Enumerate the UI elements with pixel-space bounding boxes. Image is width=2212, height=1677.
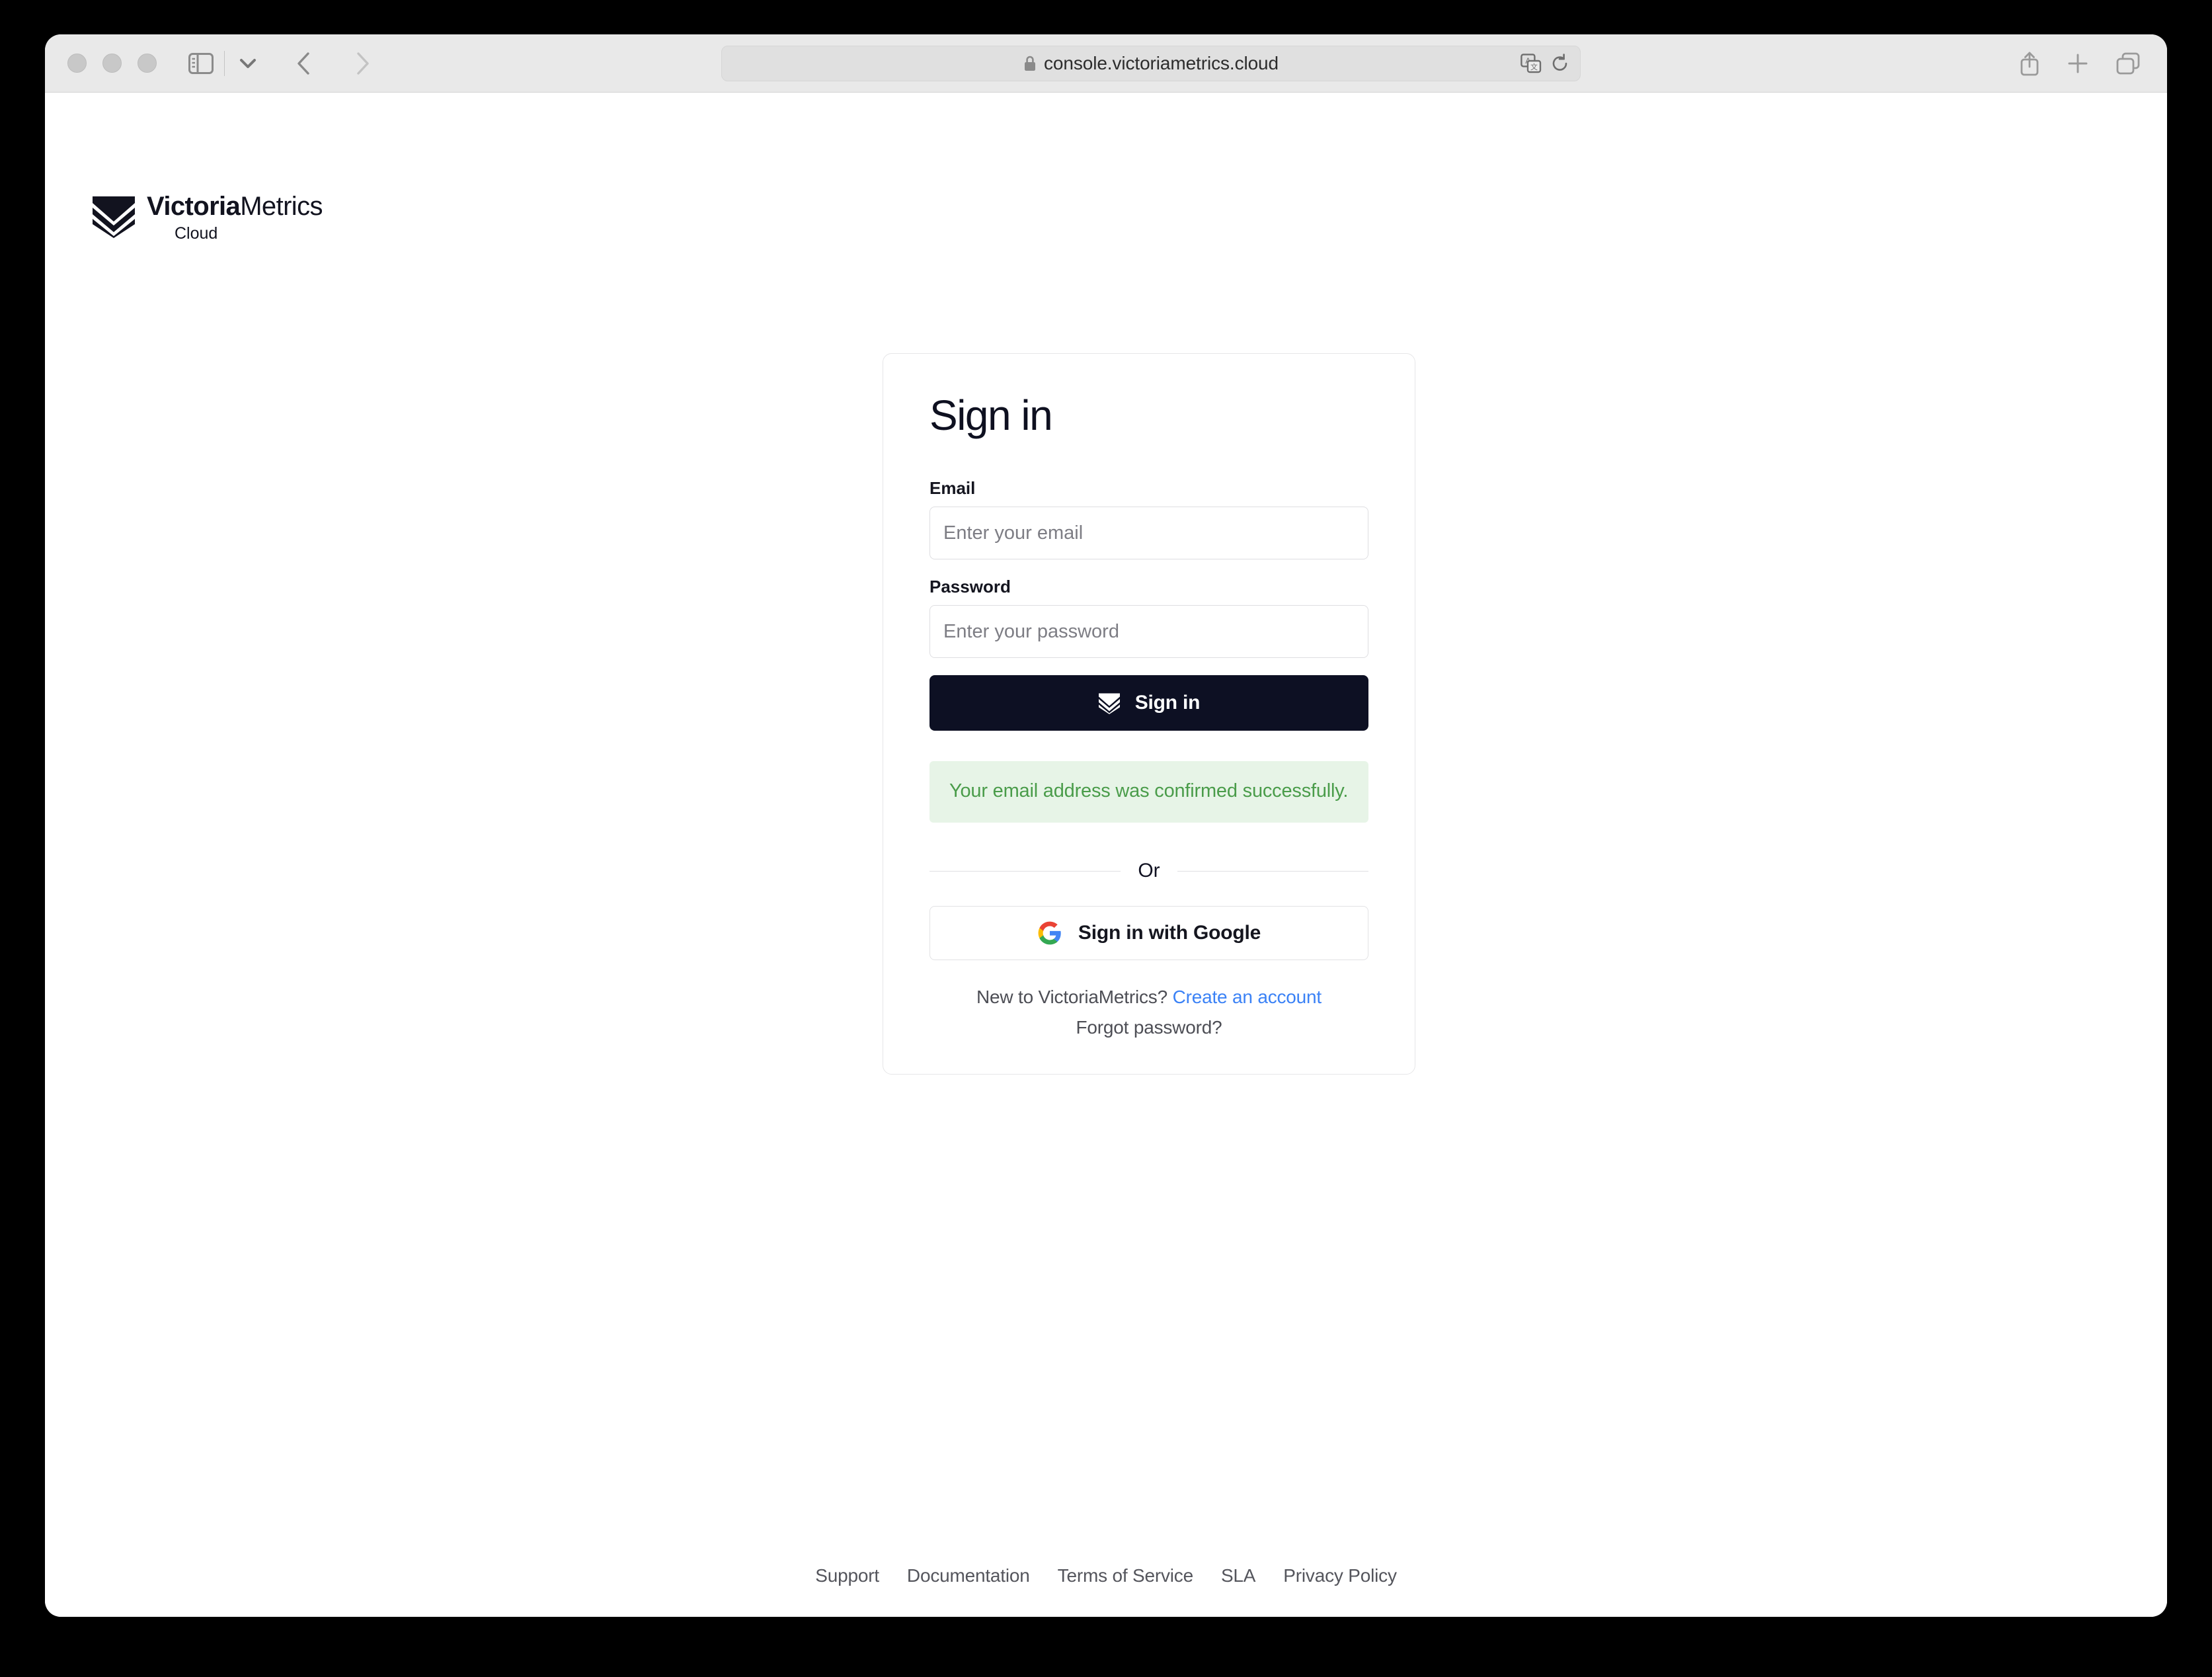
tab-group-dropdown-button[interactable] bbox=[229, 44, 267, 83]
lock-icon bbox=[1024, 56, 1035, 71]
back-arrow-icon bbox=[297, 52, 309, 75]
page-title: Sign in bbox=[929, 391, 1053, 439]
chevron-down-icon bbox=[240, 58, 256, 68]
maximize-window-button[interactable] bbox=[138, 54, 157, 73]
translate-icon[interactable]: A 文 bbox=[1521, 54, 1542, 73]
address-bar-content: console.victoriametrics.cloud bbox=[1023, 53, 1279, 74]
address-bar-actions: A 文 bbox=[1521, 54, 1569, 73]
url-text: console.victoriametrics.cloud bbox=[1043, 53, 1279, 73]
email-label: Email bbox=[929, 478, 976, 498]
tab-overview-icon[interactable] bbox=[2115, 52, 2141, 75]
forward-button[interactable] bbox=[344, 44, 382, 83]
brand-name: VictoriaMetrics bbox=[147, 193, 323, 220]
page-footer: Support Documentation Terms of Service S… bbox=[45, 1565, 2167, 1586]
google-signin-label: Sign in with Google bbox=[1078, 922, 1261, 944]
brand-subtitle: Cloud bbox=[175, 224, 218, 243]
plus-icon[interactable] bbox=[2067, 52, 2089, 75]
window-controls bbox=[67, 54, 157, 73]
forgot-password-link[interactable]: Forgot password? bbox=[929, 1017, 1368, 1038]
brand-name-light: Metrics bbox=[240, 192, 323, 221]
email-input[interactable] bbox=[929, 507, 1368, 559]
sidebar-toggle-icon bbox=[188, 52, 214, 74]
browser-toolbar: console.victoriametrics.cloud A 文 bbox=[45, 34, 2167, 93]
status-message: Your email address was confirmed success… bbox=[929, 761, 1368, 823]
toolbar-divider bbox=[224, 50, 225, 76]
sidebar-toggle-button[interactable] bbox=[182, 44, 220, 83]
signin-card: Sign in Email Password Sign in Your emai… bbox=[883, 353, 1415, 1075]
google-signin-button[interactable]: Sign in with Google bbox=[929, 906, 1368, 961]
brand-text: VictoriaMetrics Cloud bbox=[147, 190, 323, 242]
create-account-link[interactable]: Create an account bbox=[1173, 987, 1322, 1007]
brand-name-bold: Victoria bbox=[147, 192, 241, 221]
back-button[interactable] bbox=[284, 44, 323, 83]
share-icon[interactable] bbox=[2019, 51, 2040, 76]
footer-link-sla[interactable]: SLA bbox=[1221, 1565, 1256, 1586]
password-input[interactable] bbox=[929, 605, 1368, 658]
new-user-text: New to VictoriaMetrics? bbox=[976, 987, 1167, 1008]
divider-line-right bbox=[1177, 870, 1369, 872]
signin-button[interactable]: Sign in bbox=[929, 675, 1368, 731]
brand-logo[interactable]: VictoriaMetrics Cloud bbox=[91, 190, 323, 242]
footer-link-privacy-policy[interactable]: Privacy Policy bbox=[1283, 1565, 1397, 1586]
footer-link-documentation[interactable]: Documentation bbox=[907, 1565, 1030, 1586]
email-field-block: Email bbox=[929, 478, 1368, 559]
forward-arrow-icon bbox=[357, 52, 369, 75]
minimize-window-button[interactable] bbox=[102, 54, 122, 73]
toolbar-navigation bbox=[182, 44, 382, 83]
password-field-block: Password bbox=[929, 577, 1368, 658]
close-window-button[interactable] bbox=[67, 54, 87, 73]
or-divider: Or bbox=[929, 860, 1369, 882]
browser-window: console.victoriametrics.cloud A 文 bbox=[45, 34, 2167, 1617]
victoriametrics-chevrons-logo bbox=[1098, 693, 1120, 714]
signin-button-label: Sign in bbox=[1134, 692, 1201, 714]
reload-icon[interactable] bbox=[1551, 54, 1569, 73]
footer-link-support[interactable]: Support bbox=[815, 1565, 879, 1586]
divider-label: Or bbox=[1138, 860, 1160, 882]
card-footer: New to VictoriaMetrics? Create an accoun… bbox=[929, 987, 1368, 1038]
address-bar[interactable]: console.victoriametrics.cloud A 文 bbox=[721, 46, 1581, 81]
toolbar-right-actions bbox=[2019, 51, 2141, 76]
footer-link-terms-of-service[interactable]: Terms of Service bbox=[1058, 1565, 1193, 1586]
google-g-icon bbox=[1038, 922, 1061, 945]
victoriametrics-chevrons-logo bbox=[93, 196, 135, 238]
svg-text:文: 文 bbox=[1530, 62, 1538, 71]
page-content: VictoriaMetrics Cloud Sign in Email Pass… bbox=[45, 93, 2167, 1617]
new-user-row: New to VictoriaMetrics? Create an accoun… bbox=[929, 987, 1368, 1008]
password-label: Password bbox=[929, 577, 1011, 596]
divider-line-left bbox=[929, 870, 1121, 872]
